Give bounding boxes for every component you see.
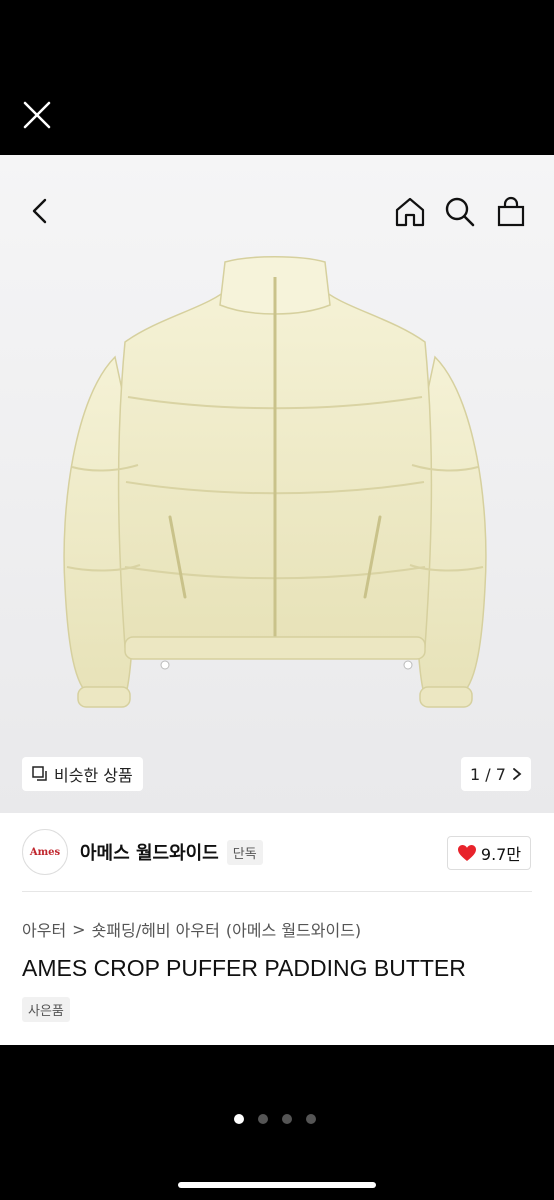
similar-products-button[interactable]: 비슷한 상품 (22, 757, 143, 791)
product-info: Ames 아메스 월드와이드 단독 9.7만 아우터 > 숏패딩/헤비 아우터 … (0, 813, 554, 1045)
product-title: AMES CROP PUFFER PADDING BUTTER (22, 955, 466, 981)
brand-logo[interactable]: Ames (22, 829, 68, 875)
shopping-bag-icon (497, 196, 525, 227)
home-indicator[interactable] (178, 1182, 376, 1188)
pager-dots (234, 1114, 316, 1124)
copy-icon (32, 766, 47, 781)
like-count: 9.7만 (480, 845, 522, 864)
image-counter[interactable]: 1 / 7 (461, 757, 531, 791)
bottom-bar (0, 1045, 554, 1200)
chevron-right-icon (513, 768, 522, 780)
image-counter-text: 1 / 7 (470, 764, 506, 784)
pager-dot[interactable] (258, 1114, 268, 1124)
cart-button[interactable] (496, 196, 526, 232)
gift-tag: 사은품 (22, 997, 70, 1022)
breadcrumb: 아우터 > 숏패딩/헤비 아우터 (아메스 월드와이드) (22, 917, 361, 941)
breadcrumb-category[interactable]: 아우터 (22, 917, 66, 941)
search-icon (445, 197, 475, 227)
brand-logo-text: Ames (29, 846, 61, 858)
breadcrumb-separator: > (72, 919, 86, 939)
back-button[interactable] (26, 196, 54, 230)
like-button[interactable]: 9.7만 (447, 836, 531, 870)
home-icon (395, 197, 425, 227)
breadcrumb-subcategory[interactable]: 숏패딩/헤비 아우터 (92, 917, 220, 941)
home-button[interactable] (394, 196, 426, 232)
search-button[interactable] (444, 196, 476, 232)
similar-products-label: 비슷한 상품 (54, 766, 133, 785)
pager-dot[interactable] (306, 1114, 316, 1124)
heart-icon (457, 845, 476, 861)
breadcrumb-brand[interactable]: (아메스 월드와이드) (226, 917, 361, 941)
brand-name[interactable]: 아메스 월드와이드 (80, 839, 219, 865)
close-button[interactable] (20, 98, 54, 132)
top-bar (0, 0, 554, 155)
pager-dot[interactable] (282, 1114, 292, 1124)
exclusive-badge: 단독 (226, 839, 263, 865)
pager-dot-active[interactable] (234, 1114, 244, 1124)
close-icon (23, 101, 51, 129)
chevron-left-icon (32, 198, 47, 224)
brand-row[interactable]: Ames 아메스 월드와이드 단독 (22, 829, 263, 875)
jacket-image (63, 256, 487, 708)
product-image-gallery[interactable]: 비슷한 상품 1 / 7 (0, 155, 554, 813)
divider (22, 891, 532, 892)
